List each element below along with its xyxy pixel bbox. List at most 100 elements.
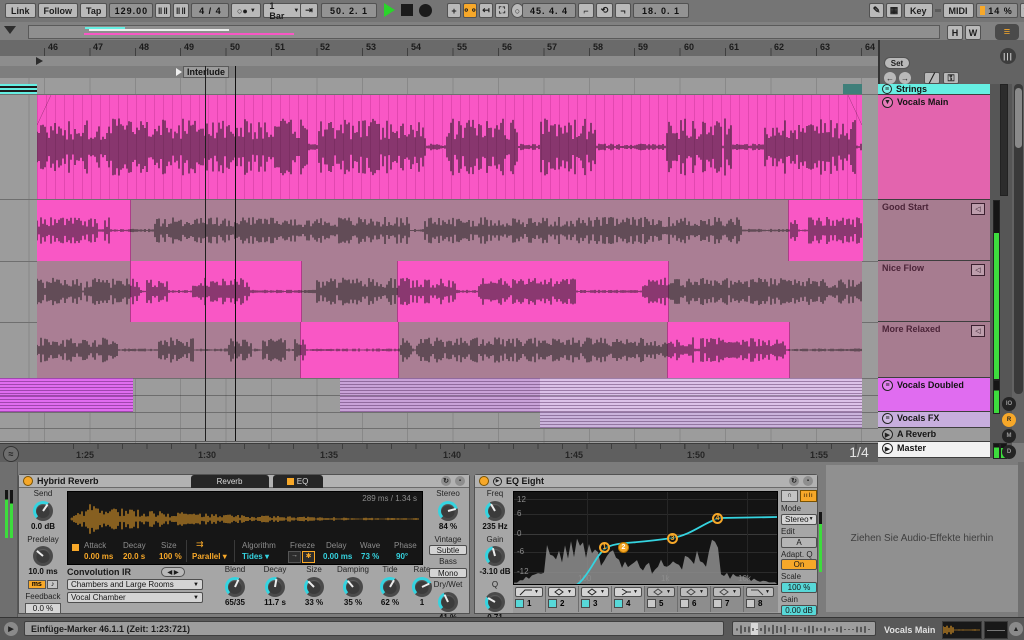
loop-length-field[interactable]: 18. 0. 1 (633, 3, 689, 18)
algorithm-selector[interactable]: Tides ▾ (242, 552, 269, 561)
eq-node-4[interactable]: 4 (712, 513, 723, 524)
punch-in-button[interactable]: ⌐ (578, 3, 594, 18)
audition-icon[interactable]: ∩ (781, 490, 798, 502)
vintage-selector[interactable]: Subtle (429, 545, 467, 556)
band-2-checkbox[interactable] (548, 599, 557, 608)
stereo-knob[interactable] (438, 500, 458, 521)
track-header-vocals-main[interactable]: ▼ Vocals Main (878, 95, 990, 200)
band-cell-8[interactable]: ▼ 8 (744, 586, 778, 612)
show-delay-toggle[interactable]: D (1002, 445, 1016, 459)
key-map-button[interactable]: Key (904, 3, 933, 18)
ms-toggle[interactable]: ms (27, 580, 46, 590)
automation-lane-icon[interactable]: ╱ (924, 72, 940, 84)
prev-locator-button[interactable]: ← (884, 72, 896, 84)
output-gain-field[interactable]: 0.00 dB (781, 604, 817, 616)
cpu-menu-arrow[interactable]: ▼ (1019, 3, 1024, 18)
metronome-button[interactable]: ○● ▼ (231, 3, 262, 18)
device-title-bar[interactable]: Hybrid Reverb Reverb EQ ↻ ▪ (19, 474, 469, 488)
unfold-track-icon[interactable]: ▼ (882, 97, 893, 108)
show-io-toggle[interactable]: IO (1002, 397, 1016, 411)
take-lane-nice-flow[interactable] (0, 261, 878, 323)
band-4-checkbox[interactable] (614, 599, 623, 608)
vertical-scrollbar[interactable] (1014, 84, 1023, 394)
play-fold-icon[interactable]: ▶ (882, 429, 893, 440)
draw-pencil-button[interactable]: ✎ (869, 3, 884, 18)
fixed-height-button[interactable]: H (947, 25, 963, 40)
tap-tempo-button[interactable]: Tap (80, 3, 108, 18)
preview-play-icon[interactable]: ▶ (4, 622, 18, 636)
beat-time-ruler[interactable]: 46 47 48 49 50 51 52 53 54 55 56 57 58 5… (0, 40, 1024, 57)
tide-knob[interactable] (380, 576, 400, 597)
save-preset-icon[interactable]: ▪ (803, 476, 813, 486)
decay2-knob[interactable] (265, 576, 285, 597)
a-reverb-track-lane[interactable] (0, 428, 878, 442)
track-header-vocals-fx[interactable]: ≡ Vocals FX (878, 412, 990, 428)
locator-interlude[interactable]: Interlude (176, 66, 230, 78)
follow-playhead-icon[interactable]: ⇥ (300, 3, 318, 18)
vocals-main-clip[interactable] (37, 95, 862, 199)
device-drop-area[interactable]: Ziehen Sie Audio-Effekte hierhin (826, 465, 1018, 612)
scale-field[interactable]: 100 % (781, 582, 817, 594)
band-cell-2[interactable]: ▼ 2 (546, 586, 579, 612)
next-locator-button[interactable]: → (899, 72, 911, 84)
routing-selector[interactable]: Parallel ▾ (192, 552, 227, 561)
computer-midi-keyboard-button[interactable]: ▦ (886, 3, 902, 18)
eq-curve-display[interactable]: 12 6 0 -6 -12 100 1k 10k 1 2 3 4 (513, 491, 778, 585)
gain-knob[interactable] (485, 546, 505, 567)
send-knob[interactable] (33, 500, 53, 521)
band-cell-5[interactable]: ▼ 5 (645, 586, 678, 612)
eq-eight-device[interactable]: ▶ EQ Eight ↻ ▪ Freq 235 Hz Gain -3.10 dB… (474, 474, 818, 622)
nudge-up-button[interactable]: ‖‖ (173, 3, 190, 18)
take-lane-good-start[interactable] (0, 200, 878, 262)
delay-value[interactable]: 0.00 ms (323, 552, 352, 561)
group-fold-icon[interactable]: ≡ (882, 84, 892, 94)
set-locator-button[interactable]: Set (884, 57, 910, 69)
ir-preset-dropdown[interactable]: Vocal Chamber ▼ (67, 592, 203, 603)
blend-knob[interactable] (225, 576, 245, 597)
lock-envelopes-icon[interactable]: ⚿ (943, 72, 959, 84)
clip-thumbnail-empty[interactable] (984, 621, 1008, 639)
track-header-vocals-doubled[interactable]: ≡ Vocals Doubled (878, 378, 990, 412)
band-1-checkbox[interactable] (515, 599, 524, 608)
clip-fade-in[interactable] (37, 95, 51, 125)
arrangement-overview-strip[interactable] (28, 25, 940, 39)
band-cell-4[interactable]: ▼ 4 (612, 586, 645, 612)
tab-reverb[interactable]: Reverb (190, 474, 269, 488)
feedback-field[interactable]: 0.0 % (25, 602, 61, 614)
show-hide-detail-icon[interactable]: ▲ (1009, 622, 1023, 636)
eq-enable-checkbox[interactable] (286, 477, 294, 485)
tab-eq[interactable]: EQ (272, 474, 323, 488)
play-button[interactable] (384, 3, 395, 17)
group-fold-icon[interactable]: ≡ (882, 380, 893, 391)
phase-value[interactable]: 90° (396, 552, 408, 561)
take-lane-more-relaxed[interactable] (0, 322, 878, 379)
loop-start-field[interactable]: 45. 4. 4 (522, 3, 576, 18)
scrollbar-thumb[interactable] (1015, 88, 1022, 148)
strings-track-lane[interactable] (0, 84, 878, 95)
unfold-device-icon[interactable]: ▶ (493, 476, 502, 486)
time-signature-field[interactable]: 4 / 4 (191, 3, 230, 18)
vocals-main-track-lane[interactable] (0, 95, 878, 200)
follow-button[interactable]: Follow (37, 3, 79, 18)
band-cell-1[interactable]: ▼ 1 (513, 586, 546, 612)
freeze-button[interactable]: ✱ (302, 551, 315, 563)
freeze-in-button[interactable]: → (288, 551, 301, 563)
device-title-bar[interactable]: ▶ EQ Eight ↻ ▪ (475, 475, 817, 488)
time-ruler[interactable]: ≈ 1:25 1:30 1:35 1:40 1:45 1:50 1:55 (0, 443, 878, 464)
eq-node-1[interactable]: 1 (599, 542, 610, 553)
adaptq-toggle[interactable]: On (781, 559, 817, 571)
hot-swap-icon[interactable]: ↻ (441, 476, 451, 486)
vocals-doubled-track-lane[interactable] (0, 378, 878, 413)
draw-mode-button[interactable]: ⛶ (495, 3, 509, 18)
save-preset-icon[interactable]: ▪ (455, 476, 465, 486)
decay-value[interactable]: 20.0 s (123, 552, 145, 561)
band-cell-3[interactable]: ▼ 3 (579, 586, 612, 612)
punch-out-button[interactable]: ¬ (615, 3, 631, 18)
band-7-checkbox[interactable] (713, 599, 722, 608)
tempo-field[interactable]: 129.00 (109, 3, 154, 18)
hybrid-reverb-device[interactable]: Hybrid Reverb Reverb EQ ↻ ▪ Send 0.0 dB … (18, 474, 470, 622)
attack-value[interactable]: 0.00 ms (84, 552, 113, 561)
ir-display-panel[interactable]: 289 ms / 1.34 s Attack 0.00 ms Decay 20.… (67, 491, 423, 565)
group-fold-icon[interactable]: ≡ (882, 413, 893, 424)
take-lane-header-more-relaxed[interactable]: More Relaxed ◁ (878, 322, 990, 378)
